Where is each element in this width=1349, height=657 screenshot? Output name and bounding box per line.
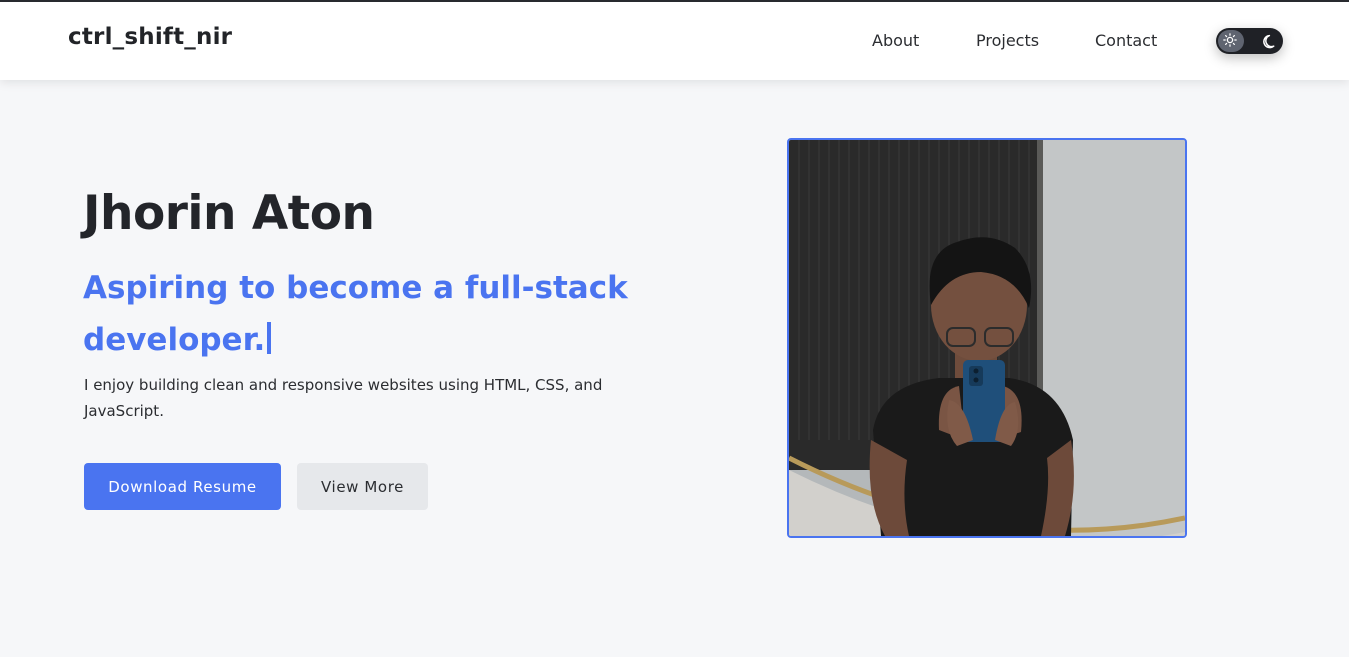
hero-name: Jhorin Aton: [83, 186, 375, 241]
download-resume-button[interactable]: Download Resume: [84, 463, 281, 510]
nav-link-about[interactable]: About: [872, 31, 919, 50]
typing-cursor: [267, 322, 272, 354]
hero-tagline: Aspiring to become a full-stack develope…: [83, 262, 643, 366]
brand-logo[interactable]: ctrl_shift_nir: [68, 24, 232, 50]
sun-icon: [1223, 33, 1237, 47]
nav-link-contact[interactable]: Contact: [1095, 31, 1157, 50]
hero-description: I enjoy building clean and responsive we…: [84, 376, 603, 420]
profile-photo: [787, 138, 1187, 538]
tagline-text: Aspiring to become a full-stack develope…: [83, 270, 628, 358]
nav-link-projects[interactable]: Projects: [976, 31, 1039, 50]
view-more-button[interactable]: View More: [297, 463, 428, 510]
moon-icon: [1263, 34, 1275, 49]
theme-toggle[interactable]: [1216, 28, 1283, 54]
navbar: ctrl_shift_nir About Projects Contact: [0, 2, 1349, 80]
profile-photo-illustration: [789, 140, 1185, 536]
